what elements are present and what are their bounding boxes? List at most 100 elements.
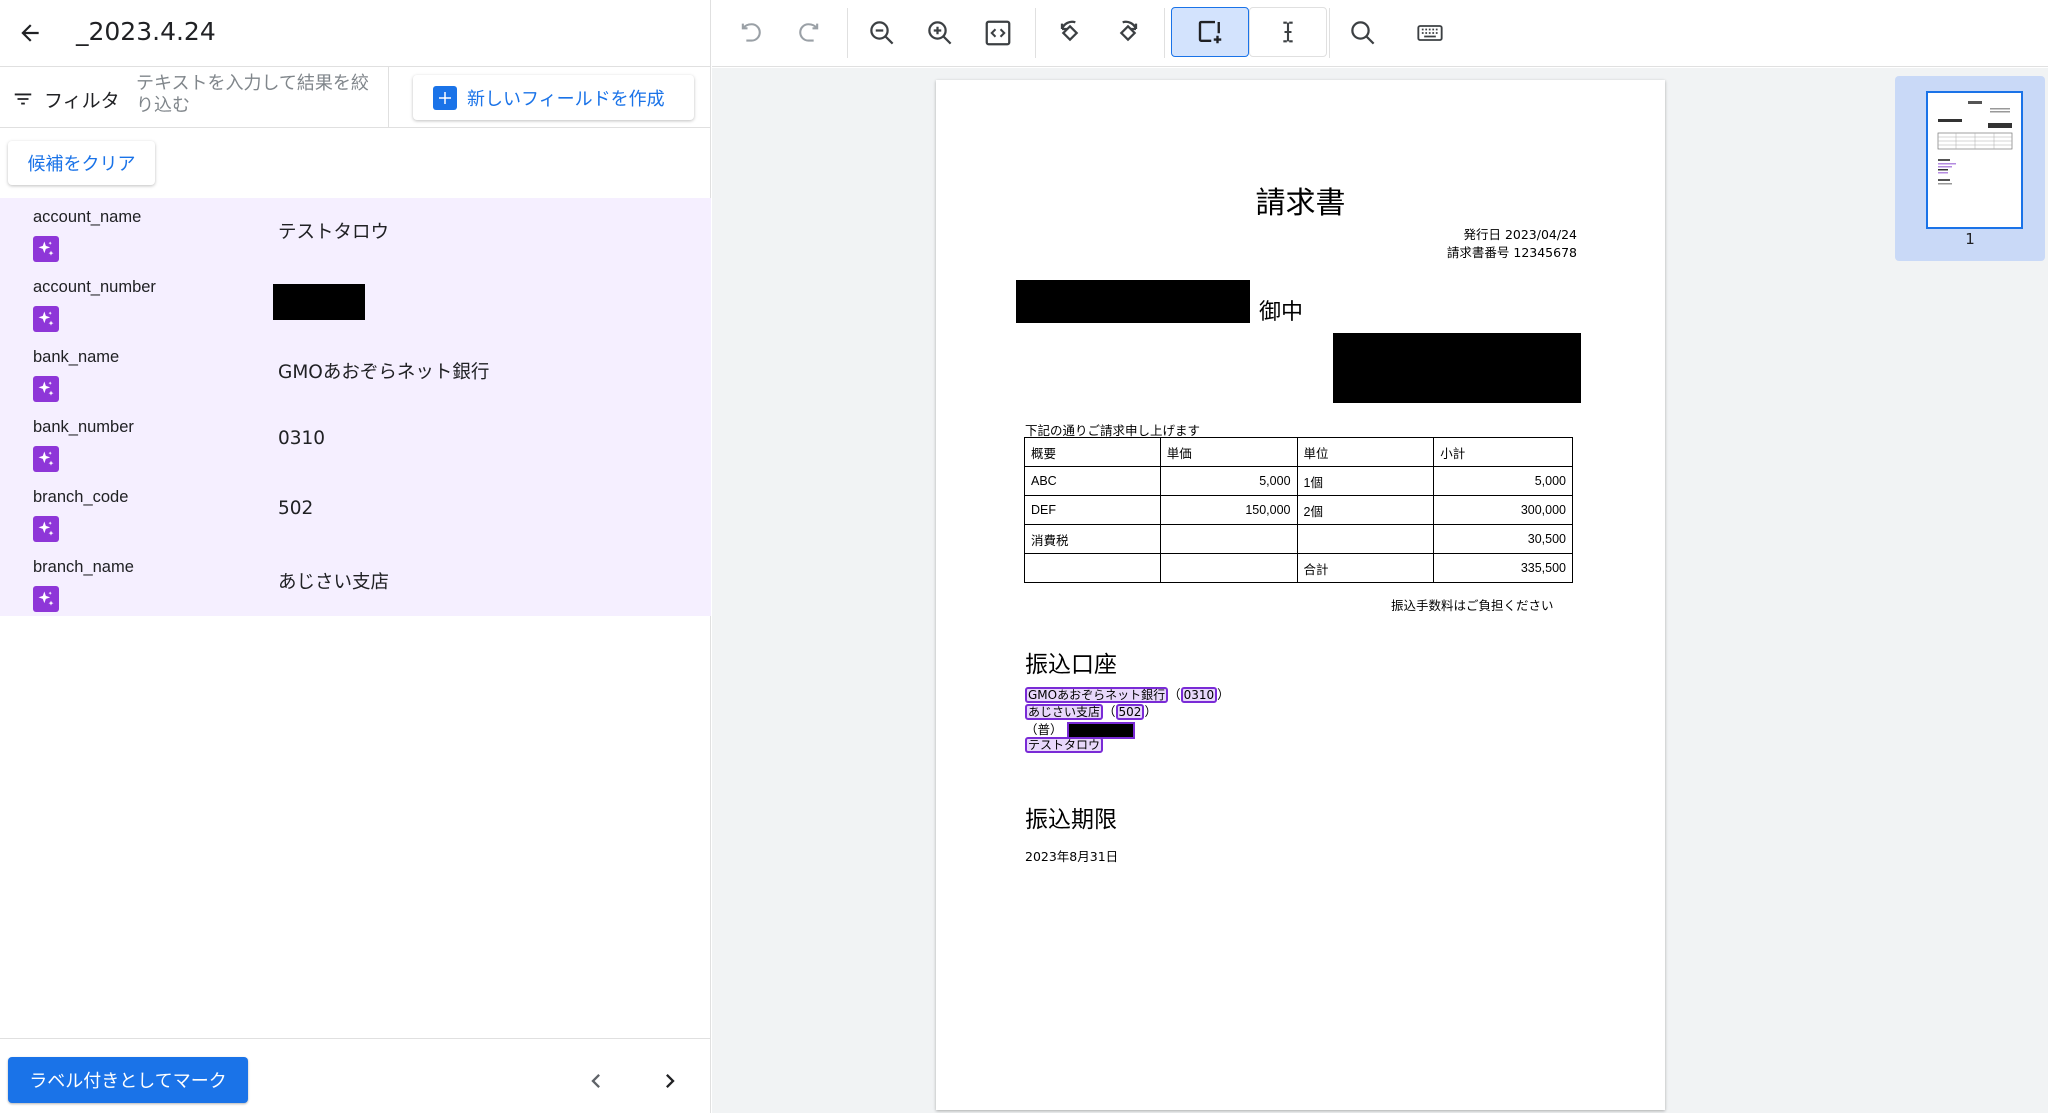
document-title: _2023.4.24	[76, 17, 216, 46]
field-value: GMOあおぞらネット銀行	[278, 362, 490, 383]
rotate-left-button[interactable]	[1048, 11, 1092, 55]
field-row-branch-code[interactable]: branch_code 502	[0, 478, 711, 548]
chevron-right-icon	[666, 1074, 675, 1088]
rotate-right-icon	[1119, 20, 1138, 42]
deadline-date: 2023年8月31日	[1025, 849, 1119, 864]
table-cell: 335,500	[1433, 553, 1573, 583]
account-line-holder: テストタロウ	[1025, 737, 1104, 753]
toolbar-divider	[1329, 8, 1330, 58]
sparkle-icon	[33, 306, 59, 332]
chevron-left-icon	[591, 1074, 600, 1088]
account-line-bank: GMOあおぞらネット銀行（0310）	[1025, 684, 1230, 703]
sparkle-icon	[33, 586, 59, 612]
rotate-right-button[interactable]	[1106, 11, 1150, 55]
field-row-bank-number[interactable]: bank_number 0310	[0, 408, 711, 478]
sparkle-icon	[33, 376, 59, 402]
table-cell	[1024, 553, 1161, 583]
field-name: bank_number	[33, 418, 134, 436]
undo-icon	[741, 23, 761, 42]
previous-button[interactable]	[576, 1061, 616, 1101]
zoom-in-button[interactable]	[918, 11, 962, 55]
sparkle-icon	[33, 236, 59, 262]
field-name: account_name	[33, 208, 142, 226]
highlight-account-name[interactable]: テストタロウ	[1025, 737, 1104, 753]
draw-region-tool[interactable]	[1171, 7, 1249, 57]
table-header: 概要	[1024, 437, 1161, 467]
redacted-value	[273, 284, 365, 320]
next-button[interactable]	[650, 1061, 690, 1101]
account-type: （普）	[1025, 722, 1063, 737]
rotate-left-icon	[1060, 20, 1079, 42]
table-row: DEF 150,000 2個 300,000	[1024, 495, 1573, 525]
account-line-number: （普）	[1025, 719, 1135, 739]
sparkle-icon	[33, 446, 59, 472]
page-thumbnail[interactable]: 1	[1895, 76, 2045, 261]
mark-as-labeled-button[interactable]: ラベル付きとしてマーク	[8, 1057, 248, 1103]
arrow-back-icon	[21, 24, 39, 42]
field-row-bank-name[interactable]: bank_name GMOあおぞらネット銀行	[0, 338, 711, 408]
filter-button[interactable]: フィルタ	[12, 85, 120, 113]
filter-icon	[14, 93, 32, 105]
table-cell: 1個	[1296, 466, 1435, 496]
zoom-out-icon	[870, 21, 894, 45]
table-header-row: 概要 単価 単位 小計	[1024, 437, 1573, 467]
redo-button[interactable]	[787, 11, 831, 55]
field-row-branch-name[interactable]: branch_name あじさい支店	[0, 548, 711, 618]
zoom-in-icon	[928, 21, 952, 45]
keyboard-shortcuts-button[interactable]	[1408, 11, 1452, 55]
field-row-account-number[interactable]: account_number	[0, 268, 711, 338]
filter-bar: フィルタ 新しいフィールドを作成	[0, 67, 711, 128]
table-row: 合計 335,500	[1024, 553, 1573, 583]
table-cell: 150,000	[1159, 495, 1298, 525]
field-value: あじさい支店	[278, 572, 390, 593]
redo-icon	[799, 23, 819, 42]
text-select-tool[interactable]	[1249, 7, 1327, 57]
panel-header: _2023.4.24	[0, 0, 711, 67]
add-region-icon	[1198, 20, 1222, 44]
account-line-branch: あじさい支店（502）	[1025, 701, 1157, 720]
zoom-out-button[interactable]	[860, 11, 904, 55]
thumbnail-image	[1926, 91, 2023, 229]
toolbar-divider	[1164, 8, 1165, 58]
table-header: 小計	[1433, 437, 1573, 467]
invoice-title: 請求書	[1255, 186, 1346, 221]
redacted-recipient	[1016, 280, 1250, 323]
document-page[interactable]: 請求書 発行日 2023/04/24 請求書番号 12345678 御中 下記の…	[936, 80, 1665, 1110]
redacted-sender	[1333, 333, 1581, 403]
field-row-account-name[interactable]: account_name テストタロウ	[0, 198, 711, 268]
table-cell	[1159, 524, 1298, 554]
table-cell: 5,000	[1159, 466, 1298, 496]
table-cell: 消費税	[1024, 524, 1161, 554]
clear-suggestions-button[interactable]: 候補をクリア	[8, 141, 155, 185]
keyboard-icon	[1417, 25, 1443, 41]
table-cell: 5,000	[1433, 466, 1573, 496]
highlight-branch-name[interactable]: あじさい支店	[1025, 704, 1104, 720]
field-list: account_name テストタロウ account_number bank_…	[0, 198, 711, 616]
fit-page-button[interactable]	[976, 11, 1020, 55]
highlight-branch-code[interactable]: 502	[1115, 704, 1145, 720]
app: _2023.4.24 フィルタ 新しいフィールドを作成 候補をクリア accou…	[0, 0, 2048, 1113]
search-icon	[1351, 21, 1375, 45]
search-button[interactable]	[1341, 11, 1385, 55]
panel-footer: ラベル付きとしてマーク	[0, 1038, 711, 1113]
account-section-title: 振込口座	[1025, 652, 1117, 678]
plus-icon	[433, 85, 457, 110]
invoice-number: 請求書番号 12345678	[1446, 245, 1577, 260]
thumbnail-page-number: 1	[1965, 230, 1975, 248]
table-header: 単位	[1296, 437, 1435, 467]
field-name: branch_name	[33, 558, 134, 576]
back-button[interactable]	[10, 13, 50, 53]
document-viewer[interactable]: 請求書 発行日 2023/04/24 請求書番号 12345678 御中 下記の…	[712, 68, 2048, 1113]
filter-input[interactable]	[136, 73, 376, 123]
invoice-table: 概要 単価 単位 小計 ABC 5,000 1個 5,000 DEF 150,0…	[1024, 437, 1573, 583]
field-name: account_number	[33, 278, 156, 296]
table-header: 単価	[1159, 437, 1298, 467]
field-name: branch_code	[33, 488, 129, 506]
undo-button[interactable]	[729, 11, 773, 55]
table-row: 消費税 30,500	[1024, 524, 1573, 554]
table-cell: 30,500	[1433, 524, 1573, 554]
text-cursor-icon	[1283, 21, 1293, 43]
highlight-bank-number[interactable]: 0310	[1180, 687, 1218, 703]
toolbar-divider	[847, 8, 848, 58]
create-field-button[interactable]: 新しいフィールドを作成	[413, 75, 694, 120]
